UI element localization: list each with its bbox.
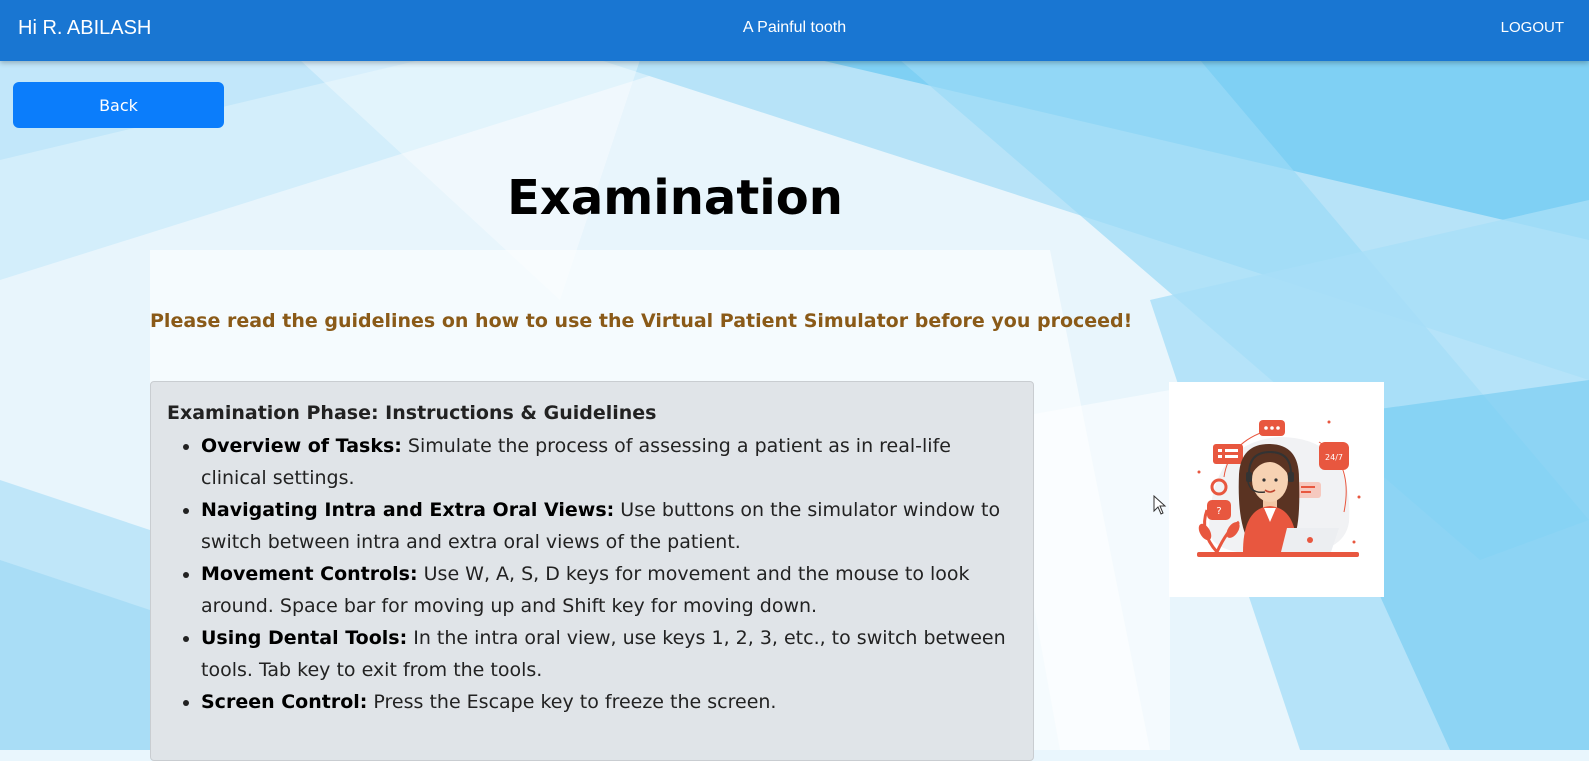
- guideline-label: Overview of Tasks:: [201, 435, 402, 457]
- guideline-label: Screen Control:: [201, 691, 368, 713]
- guidelines-panel: Examination Phase: Instructions & Guidel…: [150, 381, 1034, 761]
- support-agent-illustration: 24/7 ?: [1169, 382, 1384, 597]
- guidelines-list: Overview of Tasks: Simulate the process …: [167, 430, 1017, 718]
- svg-text:?: ?: [1216, 506, 1221, 517]
- top-app-bar: Hi R. ABILASH A Painful tooth LOGOUT: [0, 0, 1589, 61]
- back-button[interactable]: Back: [13, 82, 224, 128]
- guideline-item-screen: Screen Control: Press the Escape key to …: [201, 686, 1017, 718]
- guideline-label: Movement Controls:: [201, 563, 418, 585]
- guideline-item-movement: Movement Controls: Use W, A, S, D keys f…: [201, 558, 1017, 622]
- guideline-item-overview: Overview of Tasks: Simulate the process …: [201, 430, 1017, 494]
- guideline-text: Press the Escape key to freeze the scree…: [367, 691, 777, 713]
- mouse-cursor-icon: [1153, 495, 1167, 515]
- logout-button[interactable]: LOGOUT: [1501, 19, 1564, 36]
- guideline-item-tools: Using Dental Tools: In the intra oral vi…: [201, 622, 1017, 686]
- guideline-item-views: Navigating Intra and Extra Oral Views: U…: [201, 494, 1017, 558]
- guidelines-notice: Please read the guidelines on how to use…: [150, 310, 1133, 332]
- guideline-label: Navigating Intra and Extra Oral Views:: [201, 499, 615, 521]
- guidelines-heading: Examination Phase: Instructions & Guidel…: [167, 402, 657, 424]
- case-title: A Painful tooth: [742, 19, 847, 36]
- page-title: Examination: [507, 170, 843, 226]
- guideline-label: Using Dental Tools:: [201, 627, 408, 649]
- availability-badge: 24/7: [1325, 453, 1343, 462]
- support-agent-icon: 24/7 ?: [1197, 420, 1361, 557]
